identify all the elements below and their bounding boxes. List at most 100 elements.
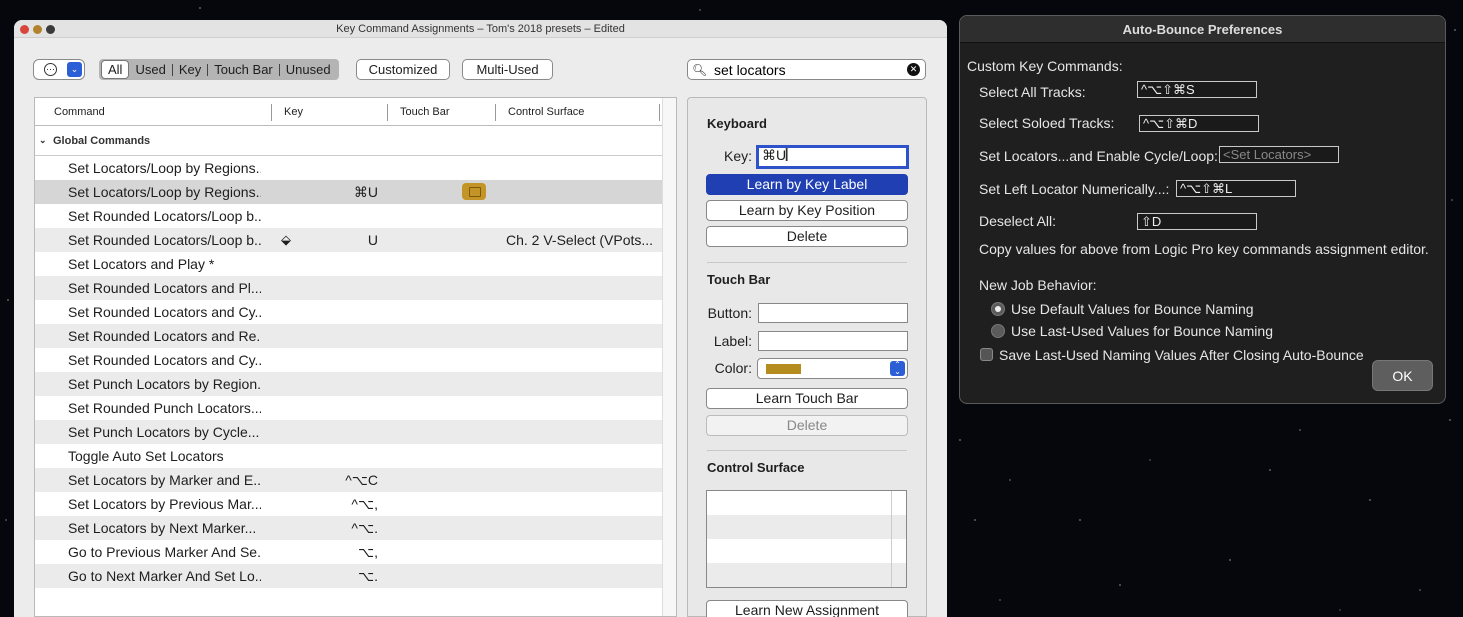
set-locators-field[interactable]: <Set Locators> (1219, 146, 1339, 163)
search-icon: 🔍︎ (692, 62, 708, 77)
column-divider[interactable] (495, 104, 496, 121)
touch-bar-label-field[interactable] (758, 331, 908, 351)
filter-unused[interactable]: Unused (280, 60, 337, 79)
touch-bar-button-field[interactable] (758, 303, 908, 323)
new-job-behavior-label: New Job Behavior: (979, 277, 1097, 293)
ellipsis-icon: ··· (44, 63, 57, 76)
window-titlebar[interactable]: Key Command Assignments – Tom's 2018 pre… (14, 20, 947, 38)
command-cell: Go to Previous Marker And Se... (68, 544, 261, 560)
table-row[interactable]: Set Rounded Locators and Pl... (35, 276, 676, 300)
clear-search-icon[interactable]: ✕ (907, 63, 920, 76)
delete-key-button[interactable]: Delete (706, 226, 908, 247)
key-cell: ⌥, (357, 544, 378, 560)
table-scrollbar[interactable] (662, 98, 676, 616)
close-window-button[interactable] (20, 25, 29, 34)
filter-key[interactable]: Key (173, 60, 207, 79)
radio-default-values[interactable] (991, 302, 1005, 316)
table-row[interactable]: Set Punch Locators by Cycle... (35, 420, 676, 444)
key-cell: ⌘U (353, 184, 378, 200)
color-swatch (766, 364, 801, 374)
group-label: Global Commands (53, 134, 151, 147)
table-row[interactable]: Set Rounded Punch Locators... (35, 396, 676, 420)
save-last-used-label[interactable]: Save Last-Used Naming Values After Closi… (999, 347, 1364, 363)
table-row[interactable]: Set Rounded Locators and Cy... (35, 348, 676, 372)
command-cell: Set Punch Locators by Region... (68, 376, 261, 392)
layers-icon: ⬙ (281, 232, 291, 247)
table-row[interactable]: Set Punch Locators by Region... (35, 372, 676, 396)
dialog-title: Auto-Bounce Preferences (960, 16, 1445, 43)
command-cell: Toggle Auto Set Locators (68, 448, 224, 464)
table-row[interactable]: Set Locators by Next Marker... ^⌥. (35, 516, 676, 540)
table-row[interactable]: Go to Previous Marker And Se... ⌥, (35, 540, 676, 564)
control-surface-heading: Control Surface (707, 460, 805, 475)
select-all-tracks-field[interactable]: ^⌥⇧⌘S (1137, 81, 1257, 98)
table-row[interactable]: Set Rounded Locators/Loop b... ⬙ U Ch. 2… (35, 228, 676, 252)
command-cell: Set Rounded Locators and Pl... (68, 280, 261, 296)
control-surface-list[interactable] (706, 490, 907, 588)
disclosure-chevron-icon[interactable]: ⌄ (39, 135, 53, 146)
select-soloed-tracks-field[interactable]: ^⌥⇧⌘D (1139, 115, 1259, 132)
chevron-down-icon: ⌄ (67, 62, 82, 77)
command-cell: Set Locators and Play * (68, 256, 215, 272)
key-field[interactable]: ⌘U (756, 145, 909, 169)
column-divider[interactable] (659, 104, 660, 121)
group-row-global-commands[interactable]: ⌄ Global Commands (35, 126, 676, 156)
table-row[interactable]: Set Rounded Locators and Cy... (35, 300, 676, 324)
minimize-window-button[interactable] (33, 25, 42, 34)
table-row-selected[interactable]: Set Locators/Loop by Regions... ⌘U (35, 180, 676, 204)
multi-used-button[interactable]: Multi-Used (462, 59, 553, 80)
learn-touch-bar-button[interactable]: Learn Touch Bar (706, 388, 908, 409)
command-cell: Set Locators/Loop by Regions... (68, 184, 261, 200)
column-header-command[interactable]: Command (54, 98, 105, 126)
search-field[interactable]: 🔍︎ ✕ (687, 59, 926, 80)
filter-touch-bar[interactable]: Touch Bar (208, 60, 279, 79)
save-last-used-checkbox[interactable] (980, 348, 993, 361)
radio-last-used-values[interactable] (991, 324, 1005, 338)
color-popup[interactable]: ⌃ ⌄ (757, 358, 908, 379)
learn-by-key-position-button[interactable]: Learn by Key Position (706, 200, 908, 221)
column-header-touch-bar[interactable]: Touch Bar (400, 98, 450, 126)
delete-touch-bar-button[interactable]: Delete (706, 415, 908, 436)
set-left-locator-label: Set Left Locator Numerically...: (979, 181, 1170, 197)
table-row[interactable]: Go to Next Marker And Set Lo... ⌥. (35, 564, 676, 588)
table-header: Command Key Touch Bar Control Surface (35, 98, 676, 126)
column-divider[interactable] (387, 104, 388, 121)
learn-by-key-label-button[interactable]: Learn by Key Label (706, 174, 908, 195)
window-title: Key Command Assignments – Tom's 2018 pre… (336, 23, 625, 35)
table-row[interactable]: Set Locators by Previous Mar... ^⌥, (35, 492, 676, 516)
learn-new-assignment-button[interactable]: Learn New Assignment (706, 600, 908, 617)
divider (707, 262, 907, 263)
color-label: Color: (714, 360, 752, 376)
table-row[interactable]: Set Locators by Marker and E... ^⌥C (35, 468, 676, 492)
filter-used[interactable]: Used (129, 60, 171, 79)
column-header-key[interactable]: Key (284, 98, 303, 126)
deselect-all-field[interactable]: ⇧D (1137, 213, 1257, 230)
table-row[interactable]: Set Rounded Locators and Re... (35, 324, 676, 348)
set-left-locator-field[interactable]: ^⌥⇧⌘L (1176, 180, 1296, 197)
column-divider[interactable] (271, 104, 272, 121)
table-row[interactable]: Set Locators/Loop by Regions... (35, 156, 676, 180)
table-row[interactable]: Set Locators and Play * (35, 252, 676, 276)
divider (707, 450, 907, 451)
customized-button[interactable]: Customized (356, 59, 450, 80)
commands-table: Command Key Touch Bar Control Surface ⌄ … (34, 97, 677, 617)
table-row[interactable]: Toggle Auto Set Locators (35, 444, 676, 468)
table-row[interactable]: Set Rounded Locators/Loop b... (35, 204, 676, 228)
ok-button[interactable]: OK (1372, 360, 1433, 391)
command-cell: Set Locators by Next Marker... (68, 520, 257, 536)
text-cursor-icon: I (784, 145, 790, 166)
toolbar: ··· ⌄ All Used Key Touch Bar Unused Cust… (14, 58, 947, 82)
table-rows: Set Locators/Loop by Regions... Set Loca… (35, 156, 676, 588)
search-input[interactable] (714, 61, 907, 78)
action-menu-button[interactable]: ··· ⌄ (33, 59, 85, 80)
command-cell: Set Rounded Locators and Re... (68, 328, 261, 344)
command-cell: Set Locators/Loop by Regions... (68, 160, 261, 176)
filter-all[interactable]: All (101, 60, 130, 79)
column-header-control-surface[interactable]: Control Surface (508, 98, 584, 126)
radio-last-used-values-label[interactable]: Use Last-Used Values for Bounce Naming (1011, 323, 1273, 339)
command-cell: Set Locators by Marker and E... (68, 472, 261, 488)
zoom-window-button[interactable] (46, 25, 55, 34)
radio-default-values-label[interactable]: Use Default Values for Bounce Naming (1011, 301, 1254, 317)
key-cell: U (367, 232, 378, 248)
filter-segmented-control: All Used Key Touch Bar Unused (99, 59, 339, 80)
